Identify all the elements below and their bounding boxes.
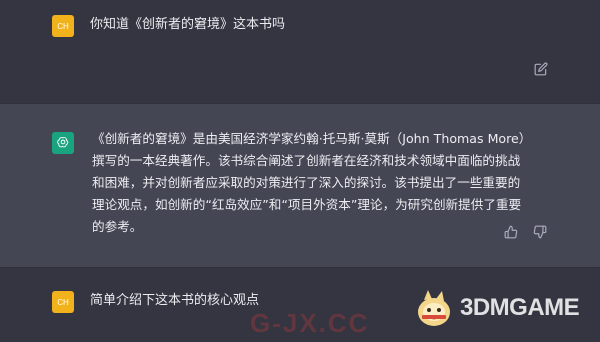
assistant-message: 《创新者的窘境》是由美国经济学家约翰·托马斯·莫斯（John Thomas Mo… [0, 103, 600, 268]
assistant-message-text: 《创新者的窘境》是由美国经济学家约翰·托马斯·莫斯（John Thomas Mo… [92, 131, 532, 234]
watermark: 3DMGAME [412, 286, 580, 330]
user-avatar: CH [52, 15, 74, 37]
user-message-1: CH 你知道《创新者的窘境》这本书吗 [0, 0, 600, 103]
watermark-text: 3DMGAME [460, 294, 580, 321]
user-message-text: 你知道《创新者的窘境》这本书吗 [90, 17, 286, 32]
watermark-faint: G-JX.CC [250, 308, 370, 338]
edit-icon[interactable] [534, 62, 548, 76]
thumbs-up-icon[interactable] [504, 225, 518, 239]
user-avatar: CH [52, 291, 74, 313]
user-message-text: 简单介绍下这本书的核心观点 [90, 293, 260, 308]
mascot-logo-icon [418, 290, 450, 326]
thumbs-down-icon[interactable] [533, 225, 547, 239]
openai-logo-icon [52, 132, 74, 154]
